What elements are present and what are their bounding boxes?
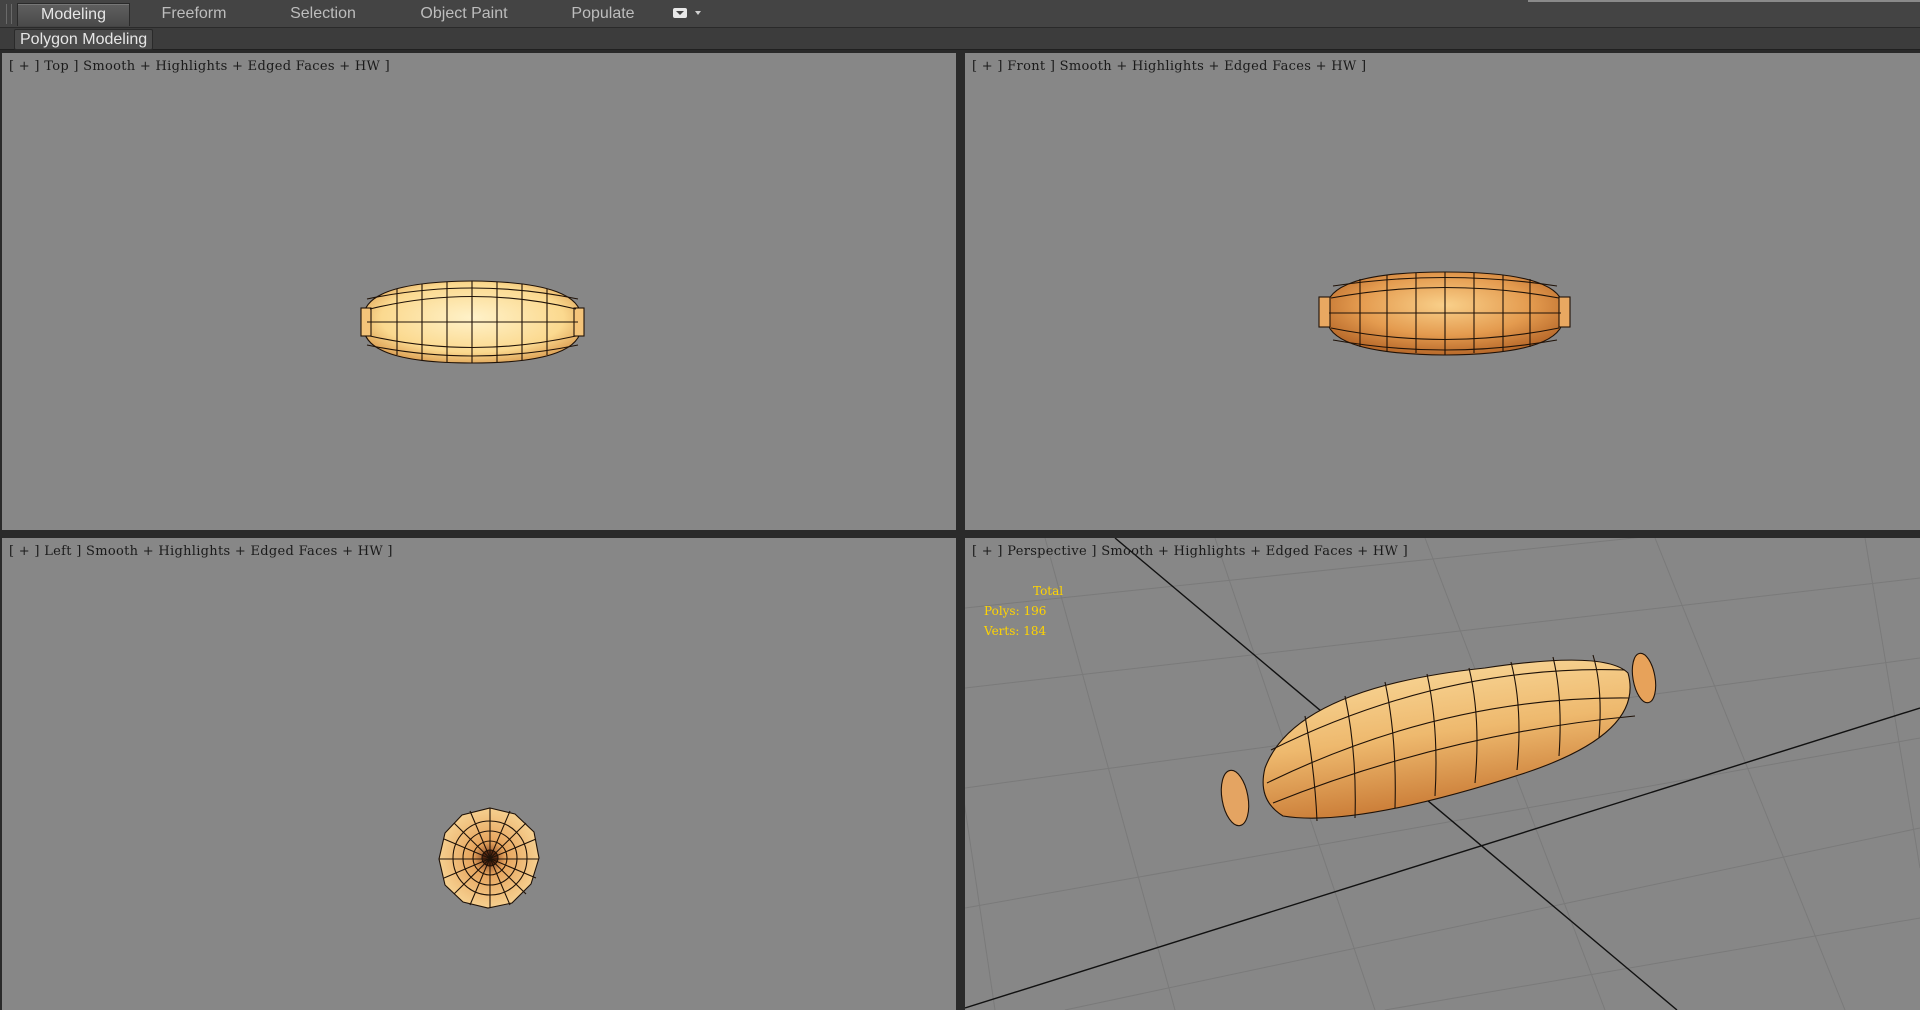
viewport-layout: [ + ] Top ] Smooth + Highlights + Edged … bbox=[0, 50, 1920, 1010]
left-view-model bbox=[438, 807, 540, 909]
perspective-model bbox=[1220, 652, 1657, 827]
ribbon-edge bbox=[1528, 0, 1920, 2]
viewport-top[interactable]: [ + ] Top ] Smooth + Highlights + Edged … bbox=[2, 53, 956, 530]
tab-selection[interactable]: Selection bbox=[270, 3, 376, 25]
top-view-model bbox=[360, 280, 585, 364]
ribbon-grip-handle[interactable] bbox=[6, 4, 12, 24]
viewport-left[interactable]: [ + ] Left ] Smooth + Highlights + Edged… bbox=[2, 538, 956, 1010]
viewport-label-perspective[interactable]: [ + ] Perspective ] Smooth + Highlights … bbox=[972, 544, 1408, 559]
viewport-label-left[interactable]: [ + ] Left ] Smooth + Highlights + Edged… bbox=[9, 544, 393, 559]
stats-total-label: Total bbox=[1033, 584, 1064, 598]
tab-freeform[interactable]: Freeform bbox=[142, 3, 246, 25]
stats-verts: Verts: 184 bbox=[984, 624, 1047, 638]
ribbon-panel-bar: Polygon Modeling bbox=[0, 28, 1920, 50]
minimize-ribbon-icon[interactable] bbox=[673, 7, 703, 21]
viewport-perspective[interactable]: [ + ] Perspective ] Smooth + Highlights … bbox=[965, 538, 1920, 1010]
polygon-modeling-panel-button[interactable]: Polygon Modeling bbox=[14, 29, 154, 50]
perspective-view-scene bbox=[965, 538, 1920, 1010]
tab-object-paint[interactable]: Object Paint bbox=[411, 3, 517, 25]
stats-overlay: Total Polys: 196 Verts: 184 bbox=[984, 581, 1063, 641]
tab-populate[interactable]: Populate bbox=[555, 3, 651, 25]
viewport-label-top[interactable]: [ + ] Top ] Smooth + Highlights + Edged … bbox=[9, 59, 390, 74]
viewport-front[interactable]: [ + ] Front ] Smooth + Highlights + Edge… bbox=[965, 53, 1920, 530]
tab-modeling[interactable]: Modeling bbox=[17, 3, 130, 26]
front-view-model bbox=[1318, 271, 1571, 356]
ribbon-tab-bar: Modeling Freeform Selection Object Paint… bbox=[0, 0, 1920, 28]
stats-polys: Polys: 196 bbox=[984, 604, 1047, 618]
viewport-label-front[interactable]: [ + ] Front ] Smooth + Highlights + Edge… bbox=[972, 59, 1366, 74]
